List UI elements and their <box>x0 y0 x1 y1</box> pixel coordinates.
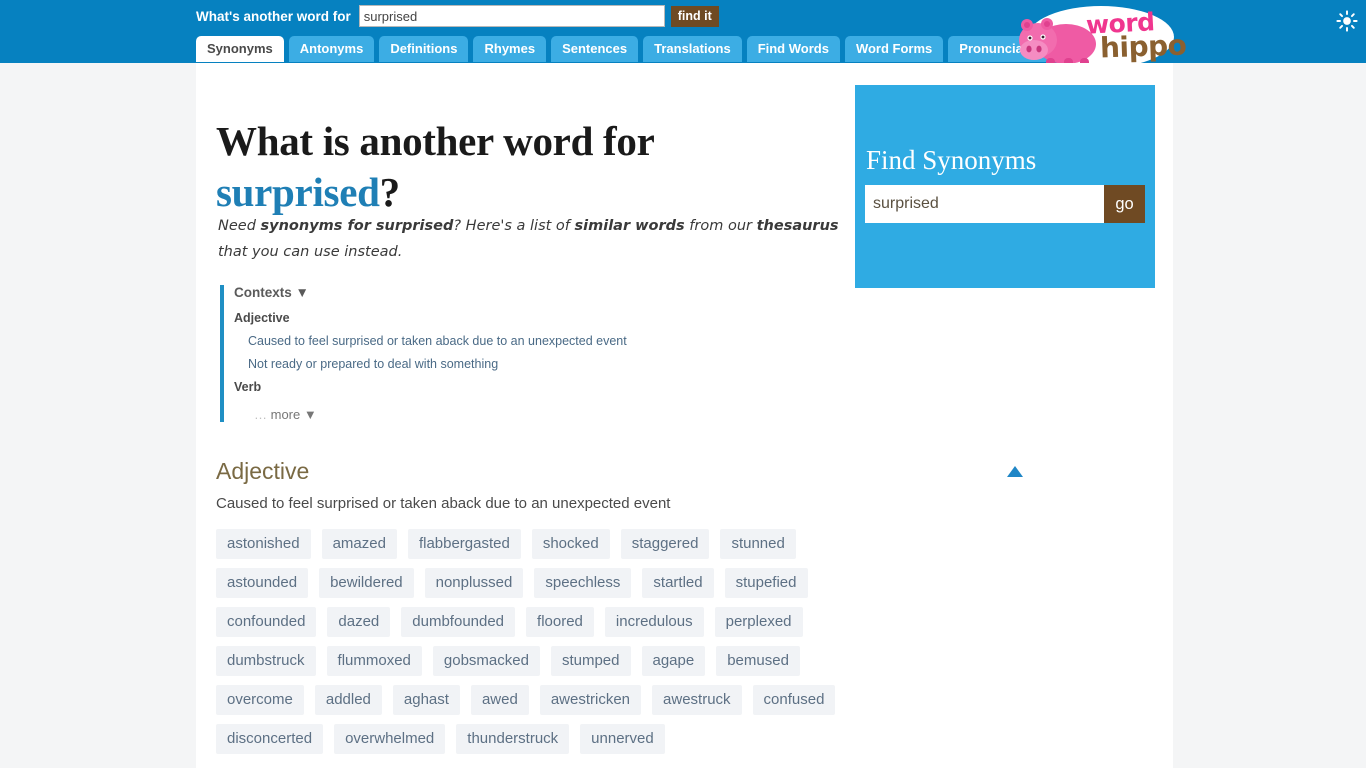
synonym-chip[interactable]: thunderstruck <box>456 724 570 754</box>
synonym-chip[interactable]: flummoxed <box>326 646 422 676</box>
synonym-chip[interactable]: overwhelmed <box>334 724 446 754</box>
header-search-form: What's another word for find it <box>196 4 719 28</box>
contexts-box: Contexts ▼ Adjective Caused to feel surp… <box>220 285 840 422</box>
contexts-more-dots: … <box>254 407 267 422</box>
contexts-title-label: Contexts <box>234 285 292 300</box>
search-input[interactable] <box>358 5 665 27</box>
tab-definitions[interactable]: Definitions <box>379 36 469 62</box>
synonym-chip[interactable]: aghast <box>392 685 460 715</box>
tab-translations[interactable]: Translations <box>643 36 742 62</box>
contexts-definition[interactable]: Caused to feel surprised or taken aback … <box>248 334 840 348</box>
synonym-chip[interactable]: startled <box>642 568 714 598</box>
synonym-chip[interactable]: agape <box>641 646 706 676</box>
intro-paragraph: Need synonyms for surprised? Here's a li… <box>218 213 843 265</box>
lede-t4: that you can use instead. <box>218 243 403 260</box>
synonym-chip[interactable]: dazed <box>327 607 391 637</box>
page-title-keyword: surprised <box>216 169 380 216</box>
section-definition: Caused to feel surprised or taken aback … <box>216 495 671 512</box>
synonyms-section: Adjective Caused to feel surprised or ta… <box>216 458 1023 754</box>
synonym-chip[interactable]: nonplussed <box>424 568 524 598</box>
synonym-chip[interactable]: floored <box>526 607 594 637</box>
page-title-suffix: ? <box>379 169 401 216</box>
chevron-down-icon: ▼ <box>295 285 309 300</box>
search-label: What's another word for <box>196 8 351 24</box>
synonym-chip[interactable]: amazed <box>321 529 397 559</box>
contexts-definition[interactable]: Not ready or prepared to deal with somet… <box>248 357 840 371</box>
tab-synonyms[interactable]: Synonyms <box>196 36 284 62</box>
lede-b3: thesaurus <box>756 217 839 234</box>
tab-word-forms[interactable]: Word Forms <box>844 36 944 62</box>
lede-t1: Need <box>218 217 261 234</box>
synonym-chip[interactable]: incredulous <box>604 607 704 637</box>
find-synonyms-form: go <box>865 185 1145 223</box>
section-header: Adjective <box>216 458 1023 492</box>
lede-b2: similar words <box>574 217 685 234</box>
collapse-triangle-up-icon[interactable] <box>1007 466 1023 477</box>
contexts-pos-verb: Verb <box>234 380 262 394</box>
find-synonyms-box: Find Synonyms go <box>855 85 1155 288</box>
synonym-chip[interactable]: dumbstruck <box>216 646 316 676</box>
synonym-chip[interactable]: disconcerted <box>216 724 324 754</box>
tab-find-words[interactable]: Find Words <box>746 36 840 62</box>
synonym-chip[interactable]: bemused <box>716 646 800 676</box>
sun-icon[interactable] <box>1336 10 1358 32</box>
synonym-chip[interactable]: astounded <box>216 568 309 598</box>
find-synonyms-input[interactable] <box>865 185 1104 223</box>
wordhippo-logo[interactable]: word hippo <box>1014 2 1187 72</box>
synonym-chip[interactable]: unnerved <box>580 724 665 754</box>
lede-b1: synonyms for surprised <box>260 217 454 234</box>
page-title-prefix: What is another word for <box>216 118 654 165</box>
synonym-chip[interactable]: speechless <box>534 568 632 598</box>
synonym-chip[interactable]: confounded <box>216 607 317 637</box>
contexts-more-button[interactable]: … more ▼ <box>254 407 840 422</box>
top-header-bar: What's another word for find it Synonyms… <box>0 0 1366 69</box>
synonym-chip[interactable]: awestruck <box>652 685 742 715</box>
synonym-chip[interactable]: astonished <box>216 529 311 559</box>
synonym-chip[interactable]: shocked <box>531 529 610 559</box>
contexts-more-label: more <box>270 407 301 422</box>
tab-sentences[interactable]: Sentences <box>551 36 639 62</box>
synonym-chip[interactable]: addled <box>314 685 382 715</box>
synonym-chip[interactable]: stupefied <box>724 568 808 598</box>
tab-antonyms[interactable]: Antonyms <box>288 36 375 62</box>
synonym-chip[interactable]: overcome <box>216 685 304 715</box>
chevron-down-icon: ▼ <box>303 407 317 422</box>
logo-hippo-text: hippo <box>1099 28 1187 65</box>
contexts-toggle[interactable]: Contexts ▼ <box>234 285 840 300</box>
synonym-chip[interactable]: perplexed <box>714 607 803 637</box>
synonym-chip[interactable]: bewildered <box>319 568 414 598</box>
synonym-chip[interactable]: stunned <box>720 529 796 559</box>
go-button[interactable]: go <box>1104 185 1145 223</box>
synonym-chip[interactable]: awestricken <box>539 685 642 715</box>
find-synonyms-title: Find Synonyms <box>866 145 1037 175</box>
nav-tabs: Synonyms Antonyms Definitions Rhymes Sen… <box>196 36 1065 62</box>
synonym-chip[interactable]: awed <box>470 685 529 715</box>
synonym-chip-list: astonished amazed flabbergasted shocked stag… <box>216 529 841 754</box>
synonym-chip[interactable]: stumped <box>550 646 631 676</box>
section-title: Adjective <box>216 458 310 484</box>
synonym-chip[interactable]: dumbfounded <box>401 607 516 637</box>
synonym-chip[interactable]: gobsmacked <box>432 646 540 676</box>
lede-t3: from our <box>684 217 757 234</box>
contexts-pos-adjective: Adjective <box>234 311 290 325</box>
synonym-chip[interactable]: confused <box>752 685 836 715</box>
tab-rhymes[interactable]: Rhymes <box>473 36 547 62</box>
synonym-chip[interactable]: flabbergasted <box>407 529 521 559</box>
lede-t2: ? Here's a list of <box>453 217 575 234</box>
page-title: What is another word for surprised? <box>216 116 836 218</box>
synonym-chip[interactable]: staggered <box>620 529 710 559</box>
find-it-button[interactable]: find it <box>670 5 719 27</box>
